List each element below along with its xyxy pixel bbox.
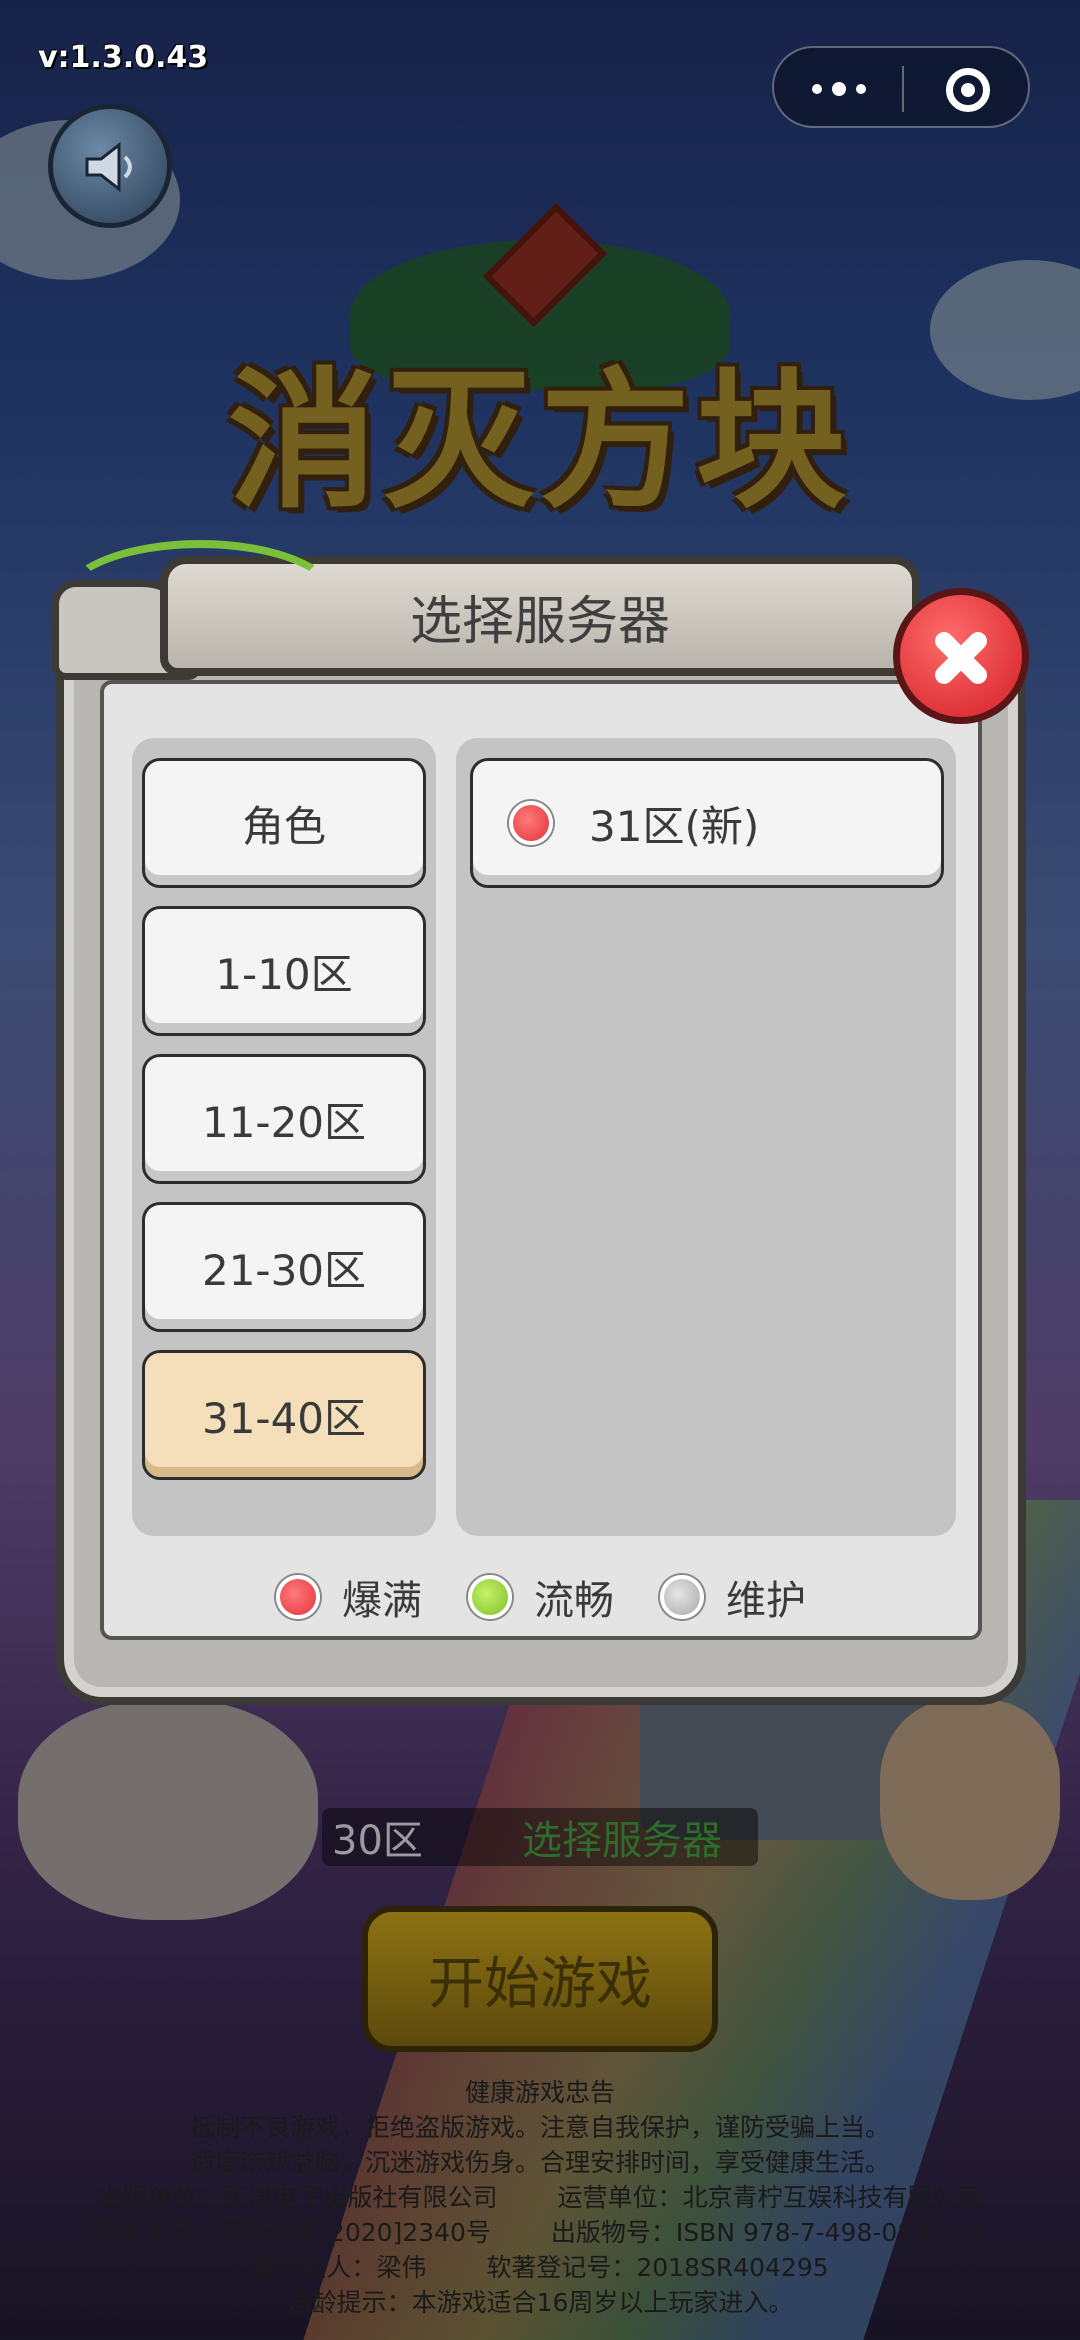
notice-line-1: 抵制不良游戏，拒绝盗版游戏。注意自我保护，谨防受骗上当。 <box>189 2113 890 2142</box>
server-item-31[interactable]: 31区(新) <box>470 758 944 888</box>
tab-role[interactable]: 角色 <box>142 758 426 888</box>
current-server-row: 30区 选择服务器 <box>322 1808 758 1866</box>
status-full-icon <box>509 801 553 845</box>
more-dots-icon[interactable] <box>804 68 874 110</box>
mini-program-capsule <box>772 46 1030 128</box>
copyright-text: 著作权人：梁伟 <box>251 2253 427 2282</box>
legend-maintenance-label: 维护 <box>726 1578 806 1624</box>
server-item-label: 31区(新) <box>589 801 760 851</box>
tab-21-30[interactable]: 21-30区 <box>142 1202 426 1332</box>
close-mini-program-icon[interactable] <box>946 68 990 112</box>
approval-text: 审批文号：国新出审[2020]2340号 <box>94 2218 491 2247</box>
current-server-label: 30区 <box>332 1818 423 1864</box>
version-label: v:1.3.0.43 <box>38 40 209 75</box>
choose-server-link[interactable]: 选择服务器 <box>522 1808 722 1866</box>
publisher-text: 出版单位：天津电子出版社有限公司 <box>97 2183 498 2212</box>
legend-full-label: 爆满 <box>342 1578 422 1624</box>
tab-11-20[interactable]: 11-20区 <box>142 1054 426 1184</box>
age-tip-text: 适龄提示：本游戏适合16周岁以上玩家进入。 <box>286 2288 794 2317</box>
software-reg-text: 软著登记号：2018SR404295 <box>486 2253 829 2282</box>
vine-decoration <box>60 540 340 660</box>
start-game-button[interactable]: 开始游戏 <box>362 1906 718 2052</box>
status-legend: 爆满 流畅 维护 <box>100 1562 982 1632</box>
speaker-icon[interactable] <box>48 104 172 228</box>
tab-1-10[interactable]: 1-10区 <box>142 906 426 1036</box>
status-maintenance-icon <box>660 1575 704 1619</box>
status-full-icon <box>276 1575 320 1619</box>
health-notice: 健康游戏忠告 抵制不良游戏，拒绝盗版游戏。注意自我保护，谨防受骗上当。 适度游戏… <box>0 2075 1080 2320</box>
legend-smooth-label: 流畅 <box>534 1578 614 1624</box>
isbn-text: 出版物号：ISBN 978-7-498-08321-0 <box>550 2218 986 2247</box>
status-smooth-icon <box>468 1575 512 1619</box>
operator-text: 运营单位：北京青柠互娱科技有限公司 <box>557 2183 983 2212</box>
notice-title: 健康游戏忠告 <box>464 2078 615 2107</box>
tab-31-40[interactable]: 31-40区 <box>142 1350 426 1480</box>
notice-line-2: 适度游戏益脑，沉迷游戏伤身。合理安排时间，享受健康生活。 <box>189 2148 890 2177</box>
close-icon[interactable] <box>893 588 1029 724</box>
